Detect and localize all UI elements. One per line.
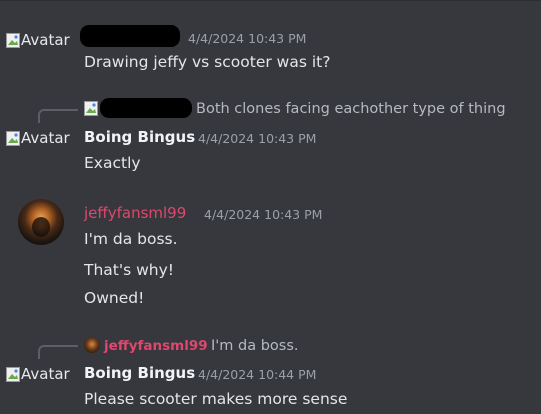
avatar-alt-text: Avatar — [21, 129, 70, 147]
redacted-reply-username — [100, 98, 192, 118]
message-text: Please scooter makes more sense — [84, 390, 348, 408]
message-timestamp: 4/4/2024 10:43 PM — [198, 131, 317, 146]
reply-preview-text[interactable]: I'm da boss. — [211, 338, 299, 354]
broken-image-icon — [6, 32, 20, 48]
message-text: Owned! — [84, 289, 145, 307]
message-text: Drawing jeffy vs scooter was it? — [84, 53, 331, 71]
redacted-username — [80, 25, 180, 47]
reply-connector-line — [38, 345, 78, 359]
message-author[interactable]: Boing Bingus — [84, 128, 195, 146]
reply-preview-text[interactable]: Both clones facing eachother type of thi… — [196, 101, 506, 117]
avatar-alt-text: Avatar — [21, 31, 70, 49]
message-author[interactable]: Boing Bingus — [84, 364, 195, 382]
message-timestamp: 4/4/2024 10:43 PM — [204, 207, 323, 222]
reply-author[interactable]: jeffyfansml99 — [104, 338, 208, 354]
reply-connector-line — [38, 109, 78, 123]
broken-image-icon — [6, 366, 20, 382]
flame-avatar-icon[interactable] — [18, 199, 64, 245]
message-timestamp: 4/4/2024 10:43 PM — [188, 31, 307, 46]
message-timestamp: 4/4/2024 10:44 PM — [198, 367, 317, 382]
message-author[interactable]: jeffyfansml99 — [84, 204, 186, 222]
avatar-image-broken[interactable]: Avatar — [6, 365, 70, 383]
message-text: Exactly — [84, 154, 141, 172]
avatar-alt-text: Avatar — [21, 365, 70, 383]
message-text: That's why! — [84, 261, 175, 279]
avatar-image-broken[interactable]: Avatar — [6, 31, 70, 49]
message-text: I'm da boss. — [84, 230, 178, 248]
avatar-image-broken[interactable]: Avatar — [6, 129, 70, 147]
reply-avatar-icon — [84, 337, 100, 353]
broken-image-icon — [84, 101, 98, 116]
broken-image-icon — [6, 130, 20, 146]
